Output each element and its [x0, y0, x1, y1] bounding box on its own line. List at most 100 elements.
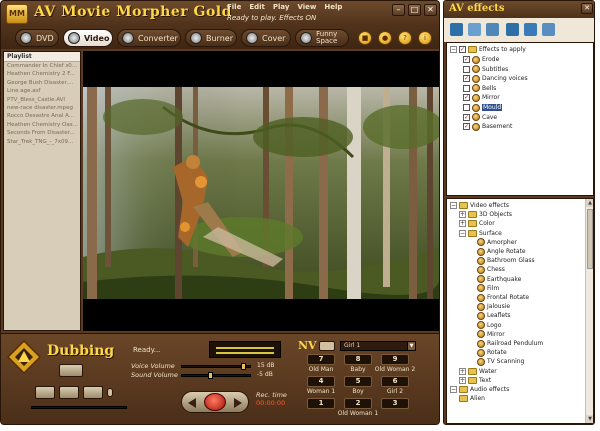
expand-icon[interactable]: + [459, 220, 466, 228]
voice-key-button[interactable]: 6 [381, 376, 409, 387]
scroll-up-icon[interactable]: ▲ [586, 199, 593, 207]
tab-dvd[interactable]: DVD [15, 29, 59, 47]
checkbox[interactable]: ✓ [463, 56, 470, 63]
effect-item[interactable]: TV Scanning [477, 357, 524, 366]
record-button[interactable] [204, 393, 226, 411]
effect-item[interactable]: Film [477, 284, 499, 293]
close-icon[interactable]: ✕ [581, 3, 593, 14]
checkbox[interactable]: ✓ [463, 123, 470, 131]
close-button[interactable]: ✕ [424, 4, 437, 16]
effect-item[interactable]: Rotate [477, 348, 507, 357]
effect-item[interactable]: Jalousie [477, 302, 510, 311]
menu-file[interactable]: File [227, 3, 241, 11]
tree-node-audio-effects[interactable]: − Audio effects [450, 385, 509, 394]
playlist-item[interactable]: Heathen Chemistry Oas... [4, 121, 80, 129]
effect-item[interactable]: Subtitles [463, 65, 508, 74]
minimize-button[interactable]: – [392, 4, 405, 16]
effect-item[interactable]: ✓ Mirror [463, 93, 500, 102]
tree-node-effects-to-apply[interactable]: − ✓ Effects to apply [450, 45, 526, 54]
position-slider[interactable] [31, 406, 127, 409]
menu-edit[interactable]: Edit [249, 3, 265, 11]
collapse-icon[interactable]: − [450, 46, 457, 53]
checkbox[interactable]: ✓ [459, 46, 466, 53]
scrollbar[interactable]: ▲ ▼ [585, 199, 593, 423]
fast-forward-icon[interactable] [234, 398, 242, 408]
edit-track-button[interactable] [83, 386, 103, 399]
tree-node-group[interactable]: − Surface [459, 229, 502, 238]
remove-track-button[interactable] [59, 386, 79, 399]
checkbox[interactable]: ✓ [463, 94, 470, 102]
options-icon[interactable]: ● [378, 31, 392, 45]
voice-key-button[interactable]: 4 [307, 376, 335, 387]
checkbox[interactable]: ✓ [463, 75, 470, 83]
tree-node-group[interactable]: + Water [459, 367, 497, 376]
record-settings-button[interactable] [59, 364, 83, 377]
voice-key-button[interactable]: 7 [307, 354, 335, 365]
maximize-button[interactable]: □ [408, 4, 421, 16]
tree-node-video-effects[interactable]: − Video effects [450, 201, 509, 210]
effect-item[interactable]: Mould [463, 103, 503, 112]
tab-burner[interactable]: Burner [185, 29, 237, 47]
voice-key-button[interactable]: 1 [307, 398, 335, 409]
scroll-down-icon[interactable]: ▼ [586, 415, 593, 423]
effect-item[interactable]: Railroad Pendulum [477, 339, 543, 348]
tab-video[interactable]: Video [63, 29, 113, 47]
voice-key-button[interactable]: 8 [344, 354, 372, 365]
menu-play[interactable]: Play [273, 3, 290, 11]
tab-funny-space[interactable]: Funny Space [295, 29, 349, 47]
tree-node-group[interactable]: + Color [459, 219, 495, 228]
effect-item[interactable]: Leaflets [477, 311, 511, 320]
import-icon[interactable] [506, 23, 519, 36]
tab-converter[interactable]: Converter [117, 29, 181, 47]
effect-item[interactable]: Logo [477, 321, 501, 330]
checkbox[interactable] [463, 84, 470, 92]
playlist-item[interactable]: Star_Trek_TNG_-_7x09... [4, 138, 80, 146]
effect-item[interactable]: ✓ Dancing voices [463, 74, 528, 83]
collapse-icon[interactable]: − [450, 386, 457, 393]
voice-key-button[interactable]: 2 [344, 398, 372, 409]
voice-volume-slider[interactable] [181, 363, 251, 370]
effect-item[interactable]: Bells [463, 84, 496, 93]
effect-item[interactable]: Amorpher [477, 238, 517, 247]
checkbox[interactable] [463, 104, 470, 111]
scrollbar-thumb[interactable] [587, 209, 593, 269]
playlist-item[interactable]: Rocco Desastre Anal A... [4, 112, 80, 120]
effect-item[interactable]: Angle Rotate [477, 247, 526, 256]
effect-item[interactable]: ✓ Cave [463, 113, 497, 122]
voice-key-button[interactable]: 9 [381, 354, 409, 365]
preset-icon[interactable] [542, 23, 555, 36]
title-bar[interactable]: MM AV Movie Morpher Gold File Edit Play … [1, 1, 439, 27]
help-icon[interactable]: ? [398, 31, 412, 45]
chevron-down-icon[interactable]: ▼ [407, 341, 416, 351]
effect-item[interactable]: Frontal Rotate [477, 293, 529, 302]
playlist-item[interactable]: new-race disaster.mpeg [4, 104, 80, 112]
rewind-icon[interactable] [188, 398, 196, 408]
tree-node-group[interactable]: +3D Objects [459, 210, 512, 219]
save-icon[interactable]: ■ [358, 31, 372, 45]
effect-item[interactable]: ✓ Basement [463, 122, 512, 131]
effect-item[interactable]: Earthquake [477, 275, 521, 284]
tab-cover[interactable]: Cover [241, 29, 291, 47]
effect-item[interactable]: Alien [459, 394, 485, 403]
playlist-item[interactable]: Commander In Chief s0... [4, 62, 80, 70]
playlist-item[interactable]: PTV_Bless_Castle.AVI [4, 96, 80, 104]
menu-view[interactable]: View [297, 3, 316, 11]
export-icon[interactable] [524, 23, 537, 36]
expand-icon[interactable]: + [459, 376, 466, 384]
playlist-item[interactable]: Line age.asf [4, 87, 80, 95]
open-icon[interactable] [450, 23, 463, 36]
video-player[interactable] [83, 51, 439, 331]
voice-key-button[interactable]: 3 [381, 398, 409, 409]
collapse-icon[interactable]: − [450, 202, 457, 209]
voice-preset-select[interactable]: Girl 1 [340, 341, 415, 351]
checkbox[interactable]: ✓ [463, 113, 470, 121]
playlist-item[interactable]: Seconds From Disaster... [4, 129, 80, 137]
playlist-item[interactable]: George Bush Disaster.... [4, 79, 80, 87]
effect-item[interactable]: Chess [477, 265, 505, 274]
info-icon[interactable]: i [418, 31, 432, 45]
sound-volume-knob[interactable] [208, 372, 213, 379]
edit-icon[interactable] [468, 23, 481, 36]
tree-node-group[interactable]: + Text [459, 376, 491, 385]
expand-icon[interactable]: + [459, 367, 466, 375]
av-effects-title-bar[interactable]: AV effects ✕ [444, 1, 594, 18]
